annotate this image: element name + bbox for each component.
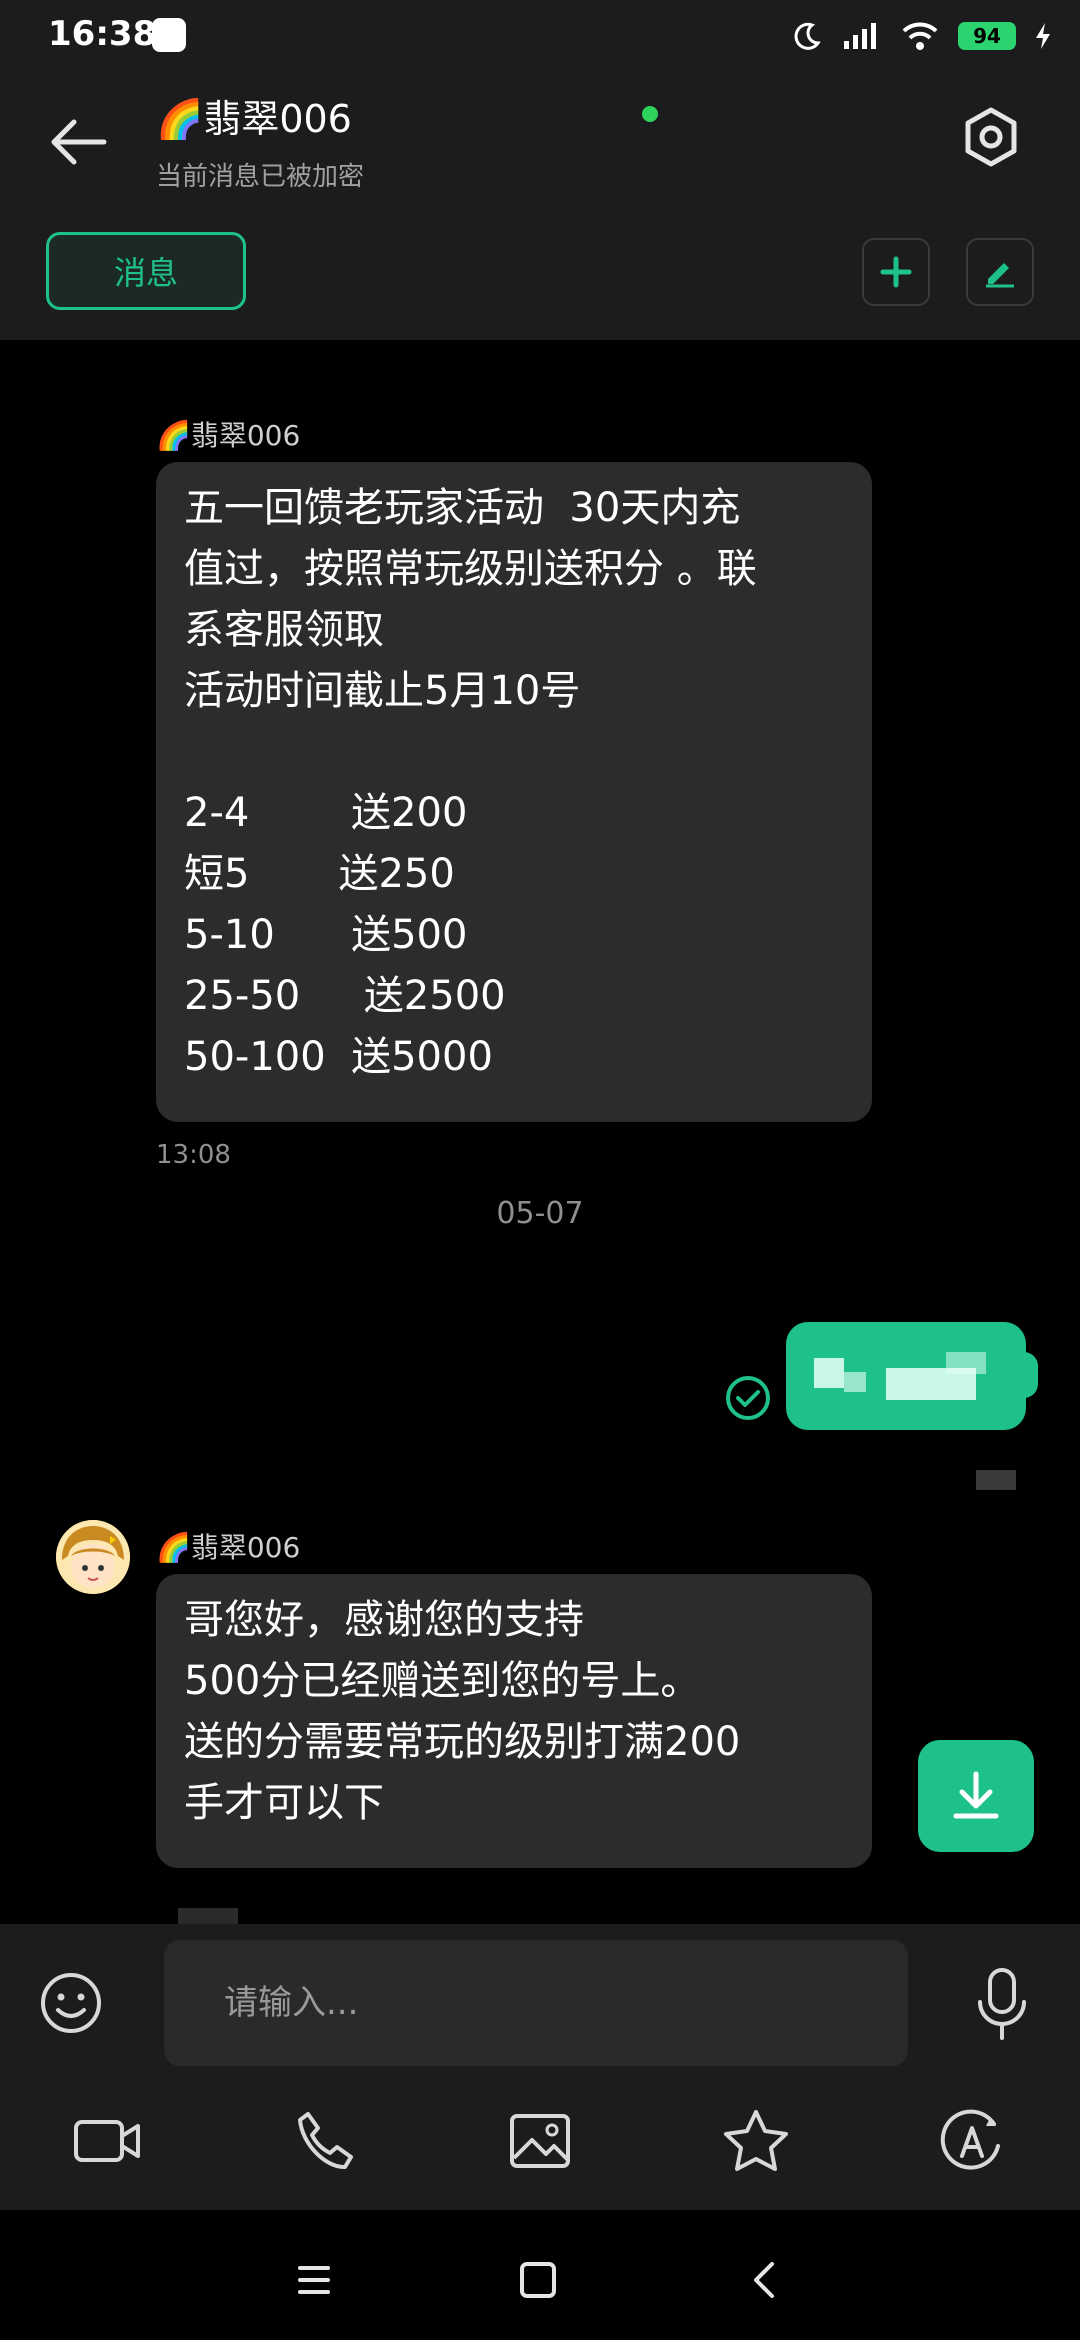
- date-separator: 05-07: [496, 1196, 584, 1231]
- message-input[interactable]: [164, 1940, 908, 2066]
- message-sender: 🌈翡翠006: [156, 419, 301, 452]
- edit-icon: [986, 263, 1014, 288]
- avatar-image: [56, 1520, 130, 1594]
- redacted-mark: [976, 1470, 1016, 1490]
- charging-icon: [1036, 23, 1050, 49]
- download-icon: [953, 1771, 999, 1819]
- battery-icon: 94: [958, 22, 1016, 50]
- plus-icon: [880, 256, 912, 288]
- settings-hexagon-icon[interactable]: [958, 104, 1024, 170]
- moon-icon: [794, 22, 821, 50]
- emoji-icon[interactable]: [36, 1968, 106, 2038]
- edit-button[interactable]: [966, 238, 1034, 306]
- add-button[interactable]: [862, 238, 930, 306]
- online-status-dot: [642, 106, 658, 122]
- check-circle-icon: [726, 1376, 770, 1420]
- star-icon[interactable]: [716, 2106, 796, 2176]
- message-time: 13:08: [156, 1140, 231, 1170]
- outgoing-message-bubble[interactable]: [786, 1322, 1026, 1430]
- phone-icon[interactable]: [286, 2106, 366, 2176]
- app-notification-icon: [152, 18, 186, 52]
- tab-messages[interactable]: 消息: [46, 232, 246, 310]
- message-bubble[interactable]: 哥您好，感谢您的支持 500分已经赠送到您的号上。 送的分需要常玩的级别打满20…: [156, 1574, 872, 1868]
- bubble-tail: [1018, 1352, 1038, 1398]
- chat-title: 🌈翡翠006: [156, 97, 352, 141]
- video-icon[interactable]: [68, 2106, 148, 2176]
- status-indicators: 94: [792, 16, 1052, 56]
- message-bubble[interactable]: 五一回馈老玩家活动 30天内充 值过，按照常玩级别送积分 。联 系客服领取 活动…: [156, 462, 872, 1122]
- back-chevron-icon[interactable]: [736, 2250, 796, 2310]
- menu-icon[interactable]: [284, 2250, 344, 2310]
- text-a-icon[interactable]: [932, 2106, 1012, 2176]
- image-icon[interactable]: [500, 2106, 580, 2176]
- message-sender: 🌈翡翠006: [156, 1531, 301, 1564]
- home-square-icon[interactable]: [508, 2250, 568, 2310]
- avatar[interactable]: [56, 1520, 130, 1594]
- wifi-icon: [902, 22, 938, 50]
- encryption-subtitle: 当前消息已被加密: [156, 162, 365, 192]
- date-separator-partial: [490, 330, 590, 340]
- back-arrow-icon[interactable]: [44, 112, 114, 172]
- mic-icon[interactable]: [970, 1964, 1034, 2044]
- download-button[interactable]: [918, 1740, 1034, 1852]
- status-time: 16:38: [48, 14, 157, 54]
- signal-icon: [844, 23, 876, 49]
